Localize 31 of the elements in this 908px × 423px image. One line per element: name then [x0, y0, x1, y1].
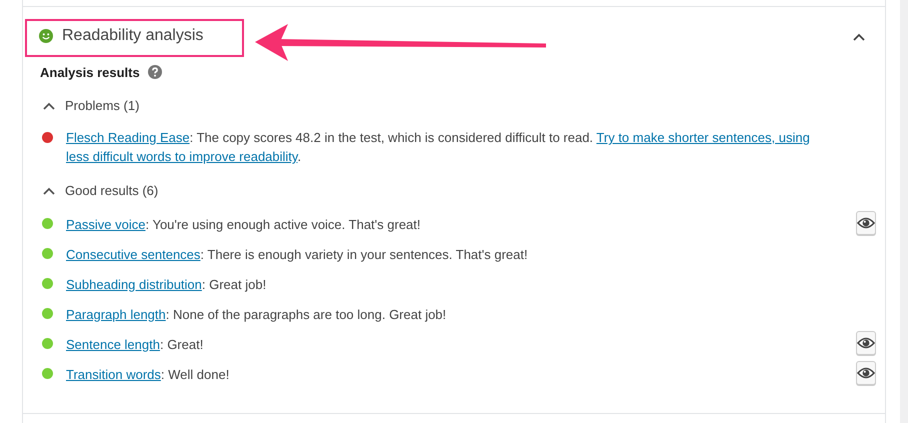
highlight-button[interactable]: [856, 331, 876, 355]
result-link[interactable]: Try to make shorter sentences, using: [596, 130, 810, 145]
eye-icon: [857, 367, 875, 379]
collapse-icon[interactable]: [853, 32, 865, 40]
result-link[interactable]: Transition words: [66, 366, 161, 382]
section-toggle[interactable]: Good results (6): [65, 182, 158, 198]
eye-icon: [857, 337, 875, 349]
result-text: Transition words: Well done!: [66, 366, 230, 384]
help-icon[interactable]: [148, 65, 162, 79]
result-link[interactable]: Flesch Reading Ease: [66, 130, 190, 145]
result-link[interactable]: Passive voice: [66, 216, 146, 232]
smiley-icon: [39, 29, 53, 43]
result-link[interactable]: Subheading distribution: [66, 276, 202, 292]
result-link[interactable]: Sentence length: [66, 336, 160, 352]
analysis-heading: Analysis results: [40, 64, 140, 80]
highlight-button[interactable]: [856, 361, 876, 385]
chevron-icon[interactable]: [43, 186, 55, 194]
result-text: Flesch Reading Ease: The copy scores 48.2 in the test, which is considered difficult to read. Try to make shorter sentences, using less difficult words to improve readability.: [66, 129, 811, 166]
result-text: Subheading distribution: Great job!: [66, 276, 268, 294]
highlight-button[interactable]: [856, 211, 876, 235]
result-link[interactable]: Paragraph length: [66, 306, 166, 322]
result-text: Sentence length: Great!: [66, 336, 204, 354]
section-toggle[interactable]: Problems (1): [65, 98, 140, 112]
result-link[interactable]: Consecutive sentences: [66, 246, 200, 262]
panel-title: Readability analysis: [62, 27, 204, 45]
result-text: Passive voice: You're using enough active voice. That's great!: [66, 216, 422, 234]
result-text: Paragraph length: None of the paragraphs are too long. Great job!: [66, 306, 448, 324]
eye-icon: [857, 217, 875, 229]
chevron-icon[interactable]: [43, 102, 55, 110]
result-link[interactable]: less difficult words to improve readability: [66, 149, 298, 164]
result-text: Consecutive sentences: There is enough variety in your sentences. That's great!: [66, 246, 529, 264]
